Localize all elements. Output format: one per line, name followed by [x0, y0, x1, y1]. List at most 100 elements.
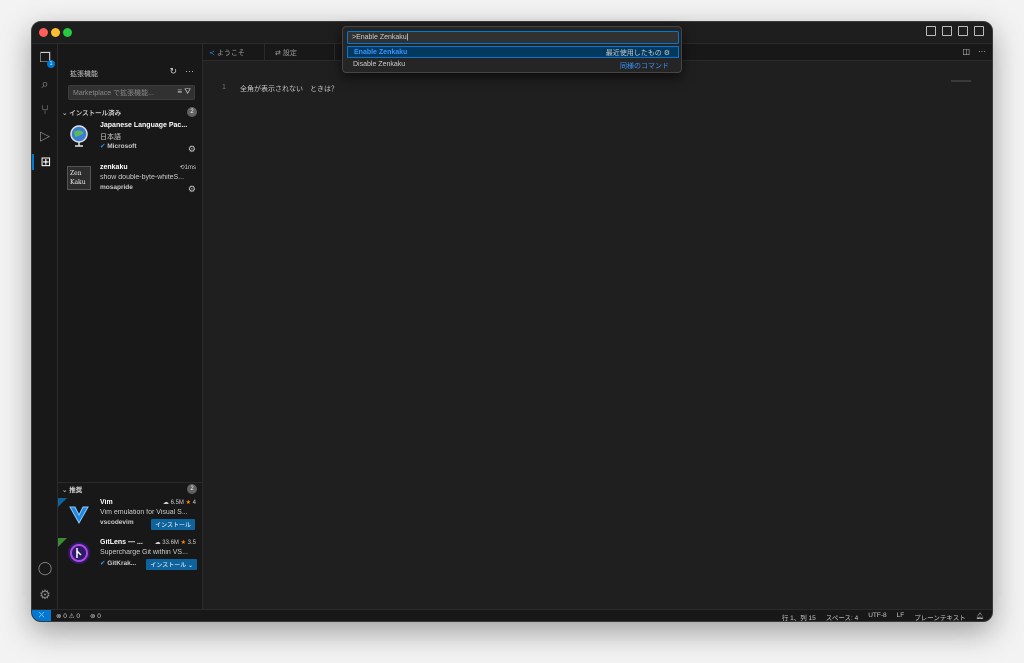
command-palette: >Enable Zenkaku| Enable Zenkaku 最近使用したもの…: [342, 26, 682, 73]
command-palette-input[interactable]: >Enable Zenkaku|: [347, 31, 679, 44]
encoding[interactable]: UTF-8: [868, 612, 886, 621]
tab-label: ようこそ: [216, 50, 245, 57]
extensions-search-input[interactable]: Marketplace で拡張機能... ≡ ⛛: [68, 85, 195, 100]
rating-value: 4: [192, 500, 196, 506]
cloud-download-icon: ☁: [154, 540, 161, 546]
language-mode[interactable]: プレーンテキスト: [914, 612, 965, 621]
activity-bar: ❐ 1 ⌕ ⑂ ▷ ⊞ ◯ ⚙: [32, 44, 58, 610]
rating-value: 3.5: [187, 540, 196, 546]
installed-section-header[interactable]: ⌄ インストール済み 2: [58, 107, 203, 119]
extensions-icon[interactable]: ⊞: [32, 154, 58, 170]
download-count: 6.5M: [170, 500, 184, 506]
toggle-primary-sidebar-icon[interactable]: [926, 26, 936, 36]
cloud-download-icon: ☁: [162, 500, 169, 506]
search-icon[interactable]: ⌕: [37, 76, 53, 92]
problems-indicator[interactable]: ⊗ 0 ⚠ 0: [56, 612, 80, 620]
minimap[interactable]: [951, 80, 971, 82]
command-label: Enable Zenkaku: [354, 49, 408, 56]
explorer-badge: 1: [47, 60, 55, 68]
recommended-star-icon: [58, 498, 67, 507]
extension-publisher: vscodevim: [100, 519, 134, 526]
configure-keybinding-gear-icon[interactable]: ⚙: [664, 50, 670, 57]
command-item-enable-zenkaku[interactable]: Enable Zenkaku 最近使用したもの ⚙: [347, 46, 679, 58]
indentation[interactable]: スペース: 4: [826, 612, 858, 621]
recommended-star-icon: [58, 538, 67, 547]
run-debug-icon[interactable]: ▷: [37, 128, 53, 144]
manage-gear-icon[interactable]: ⚙: [37, 587, 53, 603]
more-actions-icon[interactable]: ···: [185, 66, 194, 77]
tab-settings[interactable]: ⇄ 設定: [269, 44, 335, 61]
cursor-position[interactable]: 行 1、列 15: [782, 612, 816, 621]
star-icon: ★: [180, 540, 186, 546]
extension-description: 日本語: [100, 134, 121, 141]
warning-count: 0: [76, 613, 80, 620]
extension-gear-icon[interactable]: ⚙: [188, 144, 196, 155]
ports-indicator[interactable]: ⊚ 0: [90, 612, 101, 620]
vscode-logo-icon: ≺: [209, 50, 215, 57]
publisher-name: GitKrak...: [107, 560, 137, 567]
zoom-window-button[interactable]: [63, 28, 72, 37]
publisher-name: Microsoft: [107, 143, 137, 150]
installed-count-badge: 2: [187, 107, 197, 117]
chevron-down-icon[interactable]: ⌄: [188, 563, 193, 569]
notifications-bell-icon[interactable]: 🔔︎: [976, 612, 984, 621]
extension-stats: ☁ 33.6M ★ 3.5: [155, 539, 196, 546]
command-palette-value: >Enable Zenkaku: [352, 34, 407, 41]
toggle-secondary-sidebar-icon[interactable]: [958, 26, 968, 36]
extension-gear-icon[interactable]: ⚙: [188, 184, 196, 195]
extension-publisher: mosapride: [100, 184, 133, 191]
recommended-section-header[interactable]: ⌄ 推奨 2: [58, 482, 203, 494]
warning-icon: ⚠: [68, 613, 75, 620]
filter-icon[interactable]: ≡ ⛛: [177, 87, 191, 97]
activation-time: ⟲1ms: [180, 164, 196, 171]
install-button[interactable]: インストール: [151, 519, 195, 530]
line-number: 1: [222, 84, 226, 91]
error-icon: ⊗: [56, 613, 62, 620]
ports-count: 0: [97, 613, 101, 620]
accounts-icon[interactable]: ◯: [37, 560, 53, 576]
star-icon: ★: [185, 500, 191, 506]
zenkaku-logo-icon: Zen Kaku: [67, 166, 91, 190]
tab-welcome[interactable]: ≺ ようこそ: [203, 44, 265, 61]
install-button[interactable]: インストール ⌄: [146, 559, 197, 570]
list-item[interactable]: Japanese Language Pac... 日本語 ✔ Microsoft…: [58, 121, 203, 161]
editor-area: ≺ ようこそ ⇄ 設定 ◫ ··· 1 全角が表示されない ときは？: [203, 44, 992, 610]
minimize-window-button[interactable]: [51, 28, 60, 37]
list-item[interactable]: Zen Kaku zenkaku ⟲1ms show double-byte-wh…: [58, 163, 203, 203]
activation-time-value: 1ms: [184, 165, 196, 171]
extension-description: Supercharge Git within VS...: [100, 549, 188, 556]
refresh-icon[interactable]: ↻: [169, 66, 177, 77]
customize-layout-icon[interactable]: [974, 26, 984, 36]
list-item[interactable]: Vim ☁ 6.5M ★ 4 Vim emulation for Visual …: [58, 498, 203, 538]
split-editor-icon[interactable]: ◫: [962, 47, 970, 56]
close-window-button[interactable]: [39, 28, 48, 37]
extensions-sidebar: 拡張機能 ↻ ··· Marketplace で拡張機能... ≡ ⛛ ⌄ イン…: [58, 44, 203, 610]
more-actions-icon[interactable]: ···: [978, 47, 986, 56]
gitlens-logo-icon: [67, 541, 91, 565]
status-bar: ⤫ ⊗ 0 ⚠ 0 ⊚ 0 行 1、列 15 スペース: 4 UTF-8 LF …: [32, 609, 992, 621]
sidebar-title: 拡張機能: [70, 71, 98, 78]
installed-header-label: インストール済み: [69, 110, 122, 117]
extension-stats: ☁ 6.5M ★ 4: [163, 499, 196, 506]
list-item[interactable]: GitLens — ... ☁ 33.6M ★ 3.5 Supercharge …: [58, 538, 203, 578]
code-line[interactable]: 全角が表示されない ときは？: [240, 84, 338, 94]
command-meta: 最近使用したもの: [605, 50, 662, 57]
remote-indicator-icon[interactable]: ⤫: [32, 610, 51, 621]
command-item-disable-zenkaku[interactable]: Disable Zenkaku 同様のコマンド: [347, 59, 679, 71]
vscode-window: ❐ 1 ⌕ ⑂ ▷ ⊞ ◯ ⚙ 拡張機能 ↻ ··· Marketplace で…: [31, 21, 993, 622]
source-control-icon[interactable]: ⑂: [37, 102, 53, 118]
extension-description: Vim emulation for Visual S...: [100, 509, 188, 516]
extension-description: show double-byte-whiteS...: [100, 174, 185, 181]
tab-label: 設定: [282, 50, 297, 57]
vim-logo-icon: [67, 501, 91, 525]
end-of-line[interactable]: LF: [897, 612, 905, 621]
settings-icon: ⇄: [275, 50, 281, 57]
extension-publisher: ✔ GitKrak...: [100, 559, 136, 567]
toggle-panel-icon[interactable]: [942, 26, 952, 36]
verified-icon: ✔: [100, 143, 106, 150]
command-label: Disable Zenkaku: [353, 61, 406, 68]
command-meta: 同様のコマンド: [620, 63, 669, 70]
verified-icon: ✔: [100, 560, 106, 567]
install-button-label: インストール: [150, 563, 187, 569]
search-placeholder: Marketplace で拡張機能...: [73, 90, 154, 97]
